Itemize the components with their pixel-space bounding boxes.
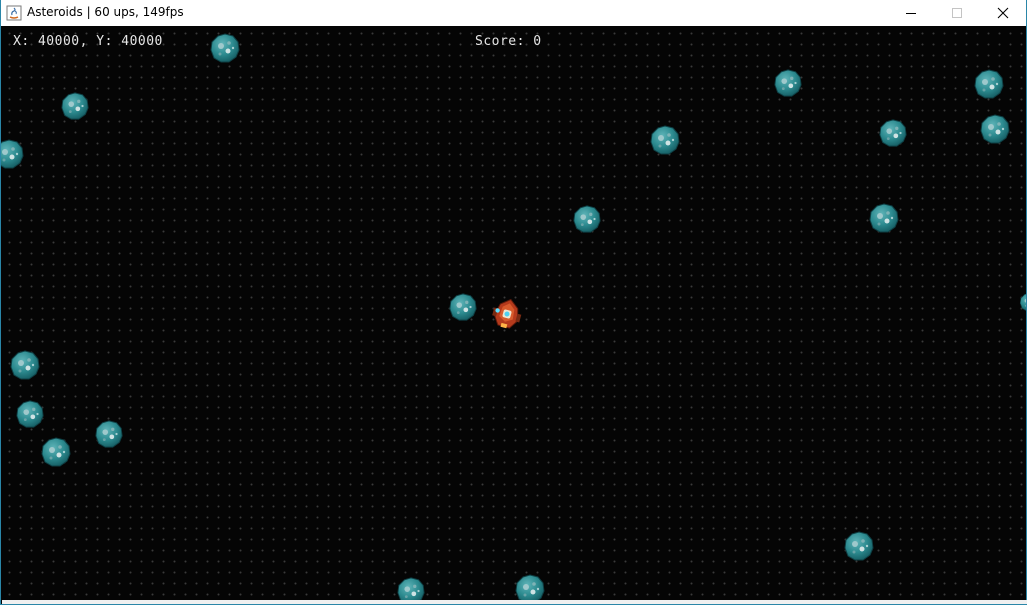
asteroid — [650, 125, 680, 155]
score-display: Score: 0 — [475, 34, 542, 49]
asteroid — [449, 293, 477, 321]
asteroid — [95, 420, 123, 448]
asteroid — [210, 33, 240, 63]
asteroid — [1, 139, 24, 169]
title-bar[interactable]: Asteroids | 60 ups, 149fps — [1, 0, 1026, 26]
close-button[interactable] — [980, 0, 1026, 26]
minimize-button[interactable] — [888, 0, 934, 26]
asteroid — [774, 69, 802, 97]
ship-icon — [492, 298, 522, 329]
asteroid — [10, 350, 40, 380]
asteroid — [869, 203, 899, 233]
maximize-button[interactable] — [934, 0, 980, 26]
background-window-strip — [2, 600, 1027, 604]
close-icon — [997, 7, 1009, 19]
asteroid — [61, 92, 89, 120]
minimize-icon — [906, 13, 916, 14]
maximize-icon — [952, 8, 962, 18]
java-icon — [6, 5, 22, 21]
coordinates-readout: X: 40000, Y: 40000 — [13, 34, 163, 49]
asteroid — [980, 114, 1010, 144]
game-canvas[interactable]: X: 40000, Y: 40000 Score: 0 — [1, 26, 1026, 604]
asteroid — [879, 119, 907, 147]
asteroid — [1019, 292, 1026, 312]
window-title: Asteroids | 60 ups, 149fps — [27, 5, 184, 19]
asteroid — [16, 400, 44, 428]
asteroid — [974, 69, 1004, 99]
game-window: Asteroids | 60 ups, 149fps X: 40000, Y: … — [0, 0, 1027, 605]
asteroid — [41, 437, 71, 467]
asteroid — [573, 205, 601, 233]
asteroid — [844, 531, 874, 561]
